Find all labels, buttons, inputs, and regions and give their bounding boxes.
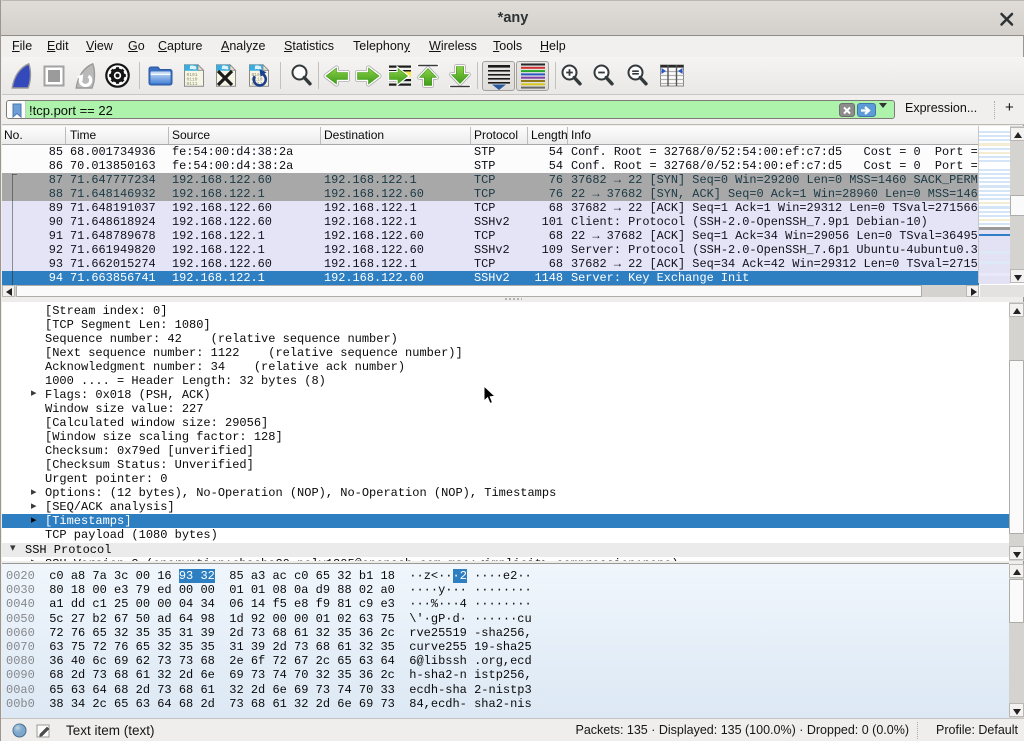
svg-text:0111: 0111 [187,81,198,87]
